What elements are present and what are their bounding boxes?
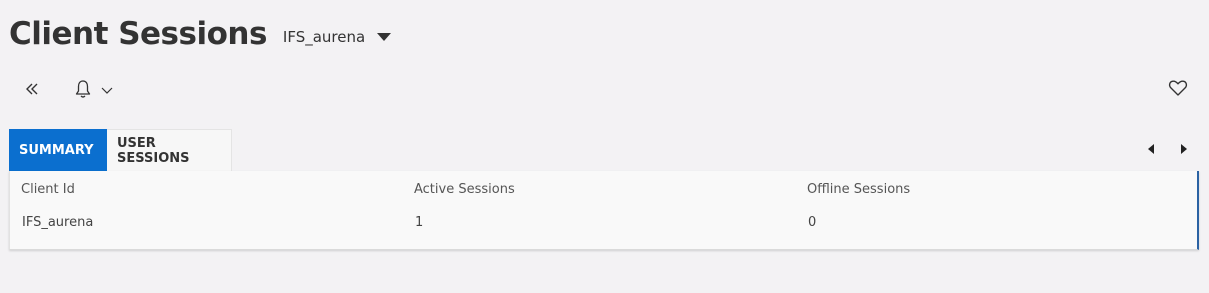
page-title: Client Sessions (9, 16, 267, 52)
tab-summary[interactable]: SUMMARY (9, 129, 107, 171)
context-selector[interactable]: IFS_aurena (282, 28, 392, 46)
tab-scroll-right-button[interactable] (1177, 142, 1191, 156)
caret-down-icon (377, 33, 392, 41)
double-chevron-left-icon (26, 83, 38, 95)
tab-bar: SUMMARY USER SESSIONS (9, 129, 232, 171)
field-label: Active Sessions (414, 182, 515, 197)
favorite-button[interactable] (1166, 76, 1190, 100)
toolbar (0, 76, 1209, 104)
heart-icon (1168, 80, 1188, 96)
field-value: 1 (415, 215, 424, 230)
caret-right-icon (1181, 144, 1187, 154)
tab-scroll-left-button[interactable] (1144, 142, 1158, 156)
field-value: IFS_aurena (22, 215, 94, 230)
field-label: Client Id (21, 182, 75, 197)
context-label: IFS_aurena (282, 28, 366, 46)
collapse-button[interactable] (22, 78, 42, 100)
chevron-down-icon (101, 87, 113, 94)
summary-panel: Client Id IFS_aurena Active Sessions 1 O… (9, 171, 1199, 250)
field-label: Offline Sessions (807, 182, 911, 197)
tab-user-sessions[interactable]: USER SESSIONS (107, 129, 232, 171)
page-header: Client Sessions IFS_aurena (9, 14, 392, 54)
notifications-button[interactable] (70, 78, 118, 100)
field-value: 0 (808, 215, 817, 230)
caret-left-icon (1148, 144, 1154, 154)
bell-icon (75, 80, 91, 98)
